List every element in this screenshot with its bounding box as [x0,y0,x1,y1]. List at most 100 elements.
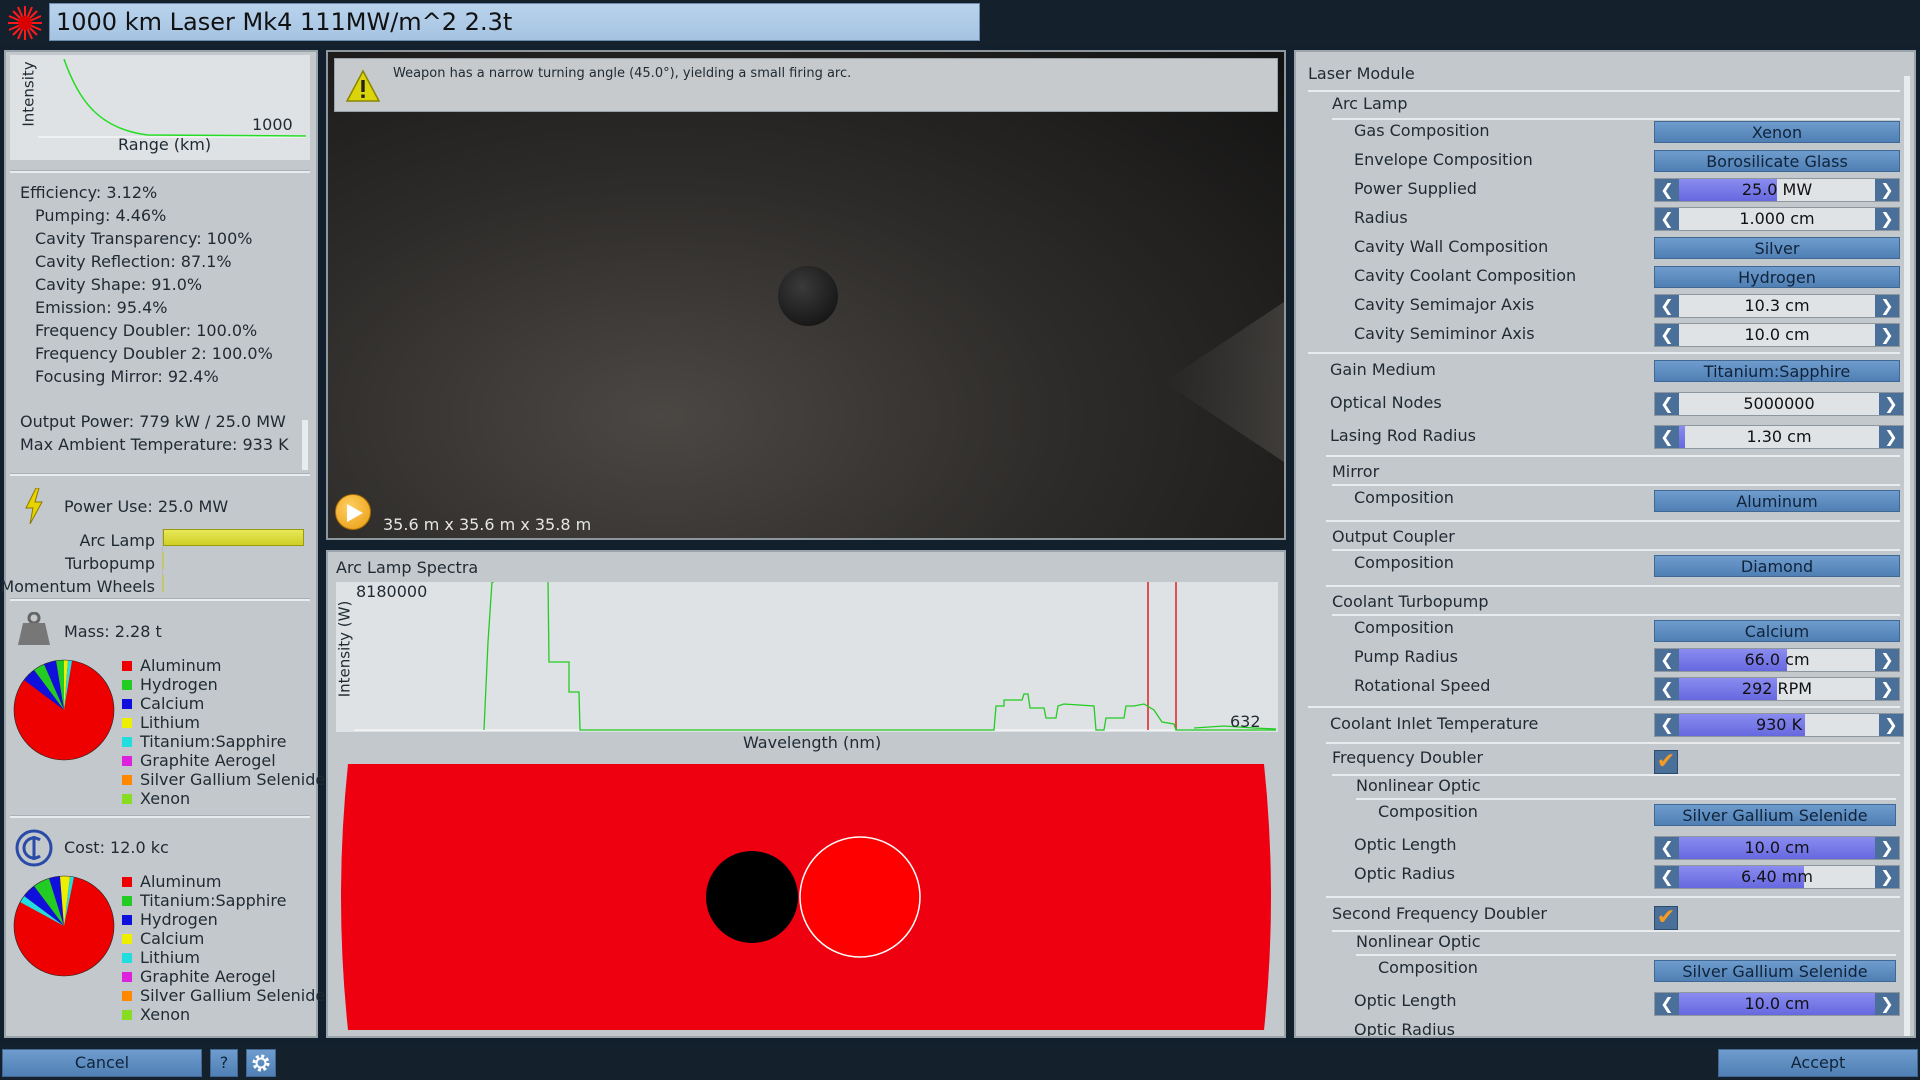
beam-preview [334,762,1278,1032]
mirror-composition-label: Composition [1354,488,1454,507]
coolant-inlet-slider[interactable]: ❮ 930 K ❯ [1654,713,1904,737]
cancel-button[interactable]: Cancel [2,1049,202,1077]
mass-legend-item: Xenon [122,789,190,808]
mass-legend-item: Aluminum [122,656,221,675]
spectra-ymax-label: 8180000 [354,582,430,601]
right-scrollbar[interactable] [1904,76,1910,1036]
help-button[interactable]: ? [210,1049,238,1077]
power-supplied-label: Power Supplied [1354,179,1477,198]
increment-arrow-icon[interactable]: ❯ [1875,649,1899,671]
legend-label: Titanium:Sapphire [140,732,287,751]
increment-arrow-icon[interactable]: ❯ [1875,295,1899,317]
increment-arrow-icon[interactable]: ❯ [1875,837,1899,859]
second-optic-length-label: Optic Length [1354,991,1457,1010]
nonlinear-optic-composition-select[interactable]: Silver Gallium Selenide [1654,804,1896,826]
stat-max-temperature: Max Ambient Temperature: 933 K [20,435,289,454]
decrement-arrow-icon[interactable]: ❮ [1655,208,1679,230]
decrement-arrow-icon[interactable]: ❮ [1655,678,1679,700]
legend-label: Graphite Aerogel [140,751,276,770]
increment-arrow-icon[interactable]: ❯ [1879,393,1903,415]
increment-arrow-icon[interactable]: ❯ [1875,208,1899,230]
decrement-arrow-icon[interactable]: ❮ [1655,714,1679,736]
stat-frequency-doubler: Frequency Doubler: 100.0% [35,321,258,340]
cost-legend-item: Silver Gallium Selenide [122,986,325,1005]
gas-composition-select[interactable]: Xenon [1654,121,1900,143]
mass-legend: Aluminum Hydrogen Calcium Lithium Titanium:S… [122,656,325,808]
settings-button[interactable] [246,1049,276,1077]
pump-radius-slider[interactable]: ❮ 66.0 cm ❯ [1654,648,1900,672]
divider [1308,90,1900,92]
increment-arrow-icon[interactable]: ❯ [1875,993,1899,1015]
cavity-coolant-select[interactable]: Hydrogen [1654,266,1900,288]
increment-arrow-icon[interactable]: ❯ [1875,678,1899,700]
radius-slider[interactable]: ❮ 1.000 cm ❯ [1654,207,1900,231]
cavity-wall-label: Cavity Wall Composition [1354,237,1549,256]
coupler-composition-select[interactable]: Diamond [1654,555,1900,577]
semiminor-slider[interactable]: ❮ 10.0 cm ❯ [1654,323,1900,347]
legend-label: Lithium [140,713,200,732]
legend-swatch [122,991,132,1001]
beam-preview-graphic [341,764,1271,1030]
model-dimensions: 35.6 m x 35.6 m x 35.8 m [383,515,592,534]
semiminor-label: Cavity Semiminor Axis [1354,324,1535,343]
turbopump-composition-select[interactable]: Calcium [1654,620,1900,642]
laser-model[interactable] [778,266,838,326]
divider [1326,520,1900,522]
second-frequency-doubler-checkbox[interactable]: ✔ [1654,906,1678,930]
power-supplied-slider[interactable]: ❮ 25.0 MW ❯ [1654,178,1900,202]
decrement-arrow-icon[interactable]: ❮ [1655,295,1679,317]
frequency-doubler-checkbox[interactable]: ✔ [1654,750,1678,774]
divider [1308,352,1900,354]
optic-length-slider[interactable]: ❮ 10.0 cm ❯ [1654,836,1900,860]
optic-radius-slider[interactable]: ❮ 6.40 mm ❯ [1654,865,1900,889]
cost-legend-item: Hydrogen [122,910,218,929]
cavity-wall-select[interactable]: Silver [1654,237,1900,259]
increment-arrow-icon[interactable]: ❯ [1875,179,1899,201]
decrement-arrow-icon[interactable]: ❮ [1655,649,1679,671]
decrement-arrow-icon[interactable]: ❮ [1655,179,1679,201]
decrement-arrow-icon[interactable]: ❮ [1655,426,1679,448]
stat-efficiency: Efficiency: 3.12% [20,183,158,202]
semiminor-value: 10.0 cm [1744,325,1810,344]
design-name-input[interactable]: 1000 km Laser Mk4 111MW/m^2 2.3t [49,3,980,41]
decrement-arrow-icon[interactable]: ❮ [1655,837,1679,859]
play-button[interactable] [335,494,371,530]
mass-legend-item: Graphite Aerogel [122,751,276,770]
semimajor-label: Cavity Semimajor Axis [1354,295,1535,314]
optical-nodes-slider[interactable]: ❮ 5000000 ❯ [1654,392,1904,416]
legend-swatch [122,699,132,709]
scrollbar[interactable] [302,420,308,470]
semimajor-slider[interactable]: ❮ 10.3 cm ❯ [1654,294,1900,318]
optic-radius-label: Optic Radius [1354,864,1455,883]
output-coupler-title: Output Coupler [1332,527,1455,546]
legend-swatch [122,794,132,804]
coolant-inlet-label: Coolant Inlet Temperature [1330,714,1539,733]
decrement-arrow-icon[interactable]: ❮ [1655,393,1679,415]
cost-legend-item: Aluminum [122,872,221,891]
model-viewport[interactable] [326,50,1286,540]
stat-cavity-shape: Cavity Shape: 91.0% [35,275,203,294]
decrement-arrow-icon[interactable]: ❮ [1655,324,1679,346]
increment-arrow-icon[interactable]: ❯ [1879,426,1903,448]
gain-medium-select[interactable]: Titanium:Sapphire [1654,360,1900,382]
mass-pie-chart [13,659,115,761]
second-optic-length-slider[interactable]: ❮ 10.0 cm ❯ [1654,992,1900,1016]
nonlinear-optic-title: Nonlinear Optic [1356,776,1481,795]
accept-button[interactable]: Accept [1718,1049,1918,1077]
pump-radius-label: Pump Radius [1354,647,1458,666]
lasing-rod-slider[interactable]: ❮ 1.30 cm ❯ [1654,425,1904,449]
gain-medium-label: Gain Medium [1330,360,1436,379]
semimajor-value: 10.3 cm [1744,296,1810,315]
envelope-composition-select[interactable]: Borosilicate Glass [1654,150,1900,172]
decrement-arrow-icon[interactable]: ❮ [1655,866,1679,888]
divider [1356,798,1896,800]
power-row-momentum-wheels-label: Momentum Wheels [0,577,155,596]
mirror-composition-select[interactable]: Aluminum [1654,490,1900,512]
increment-arrow-icon[interactable]: ❯ [1879,714,1903,736]
second-nonlinear-optic-composition-select[interactable]: Silver Gallium Selenide [1654,960,1896,982]
increment-arrow-icon[interactable]: ❯ [1875,324,1899,346]
decrement-arrow-icon[interactable]: ❮ [1655,993,1679,1015]
increment-arrow-icon[interactable]: ❯ [1875,866,1899,888]
power-bar-arc-lamp [163,529,304,546]
rotational-speed-slider[interactable]: ❮ 292 RPM ❯ [1654,677,1900,701]
